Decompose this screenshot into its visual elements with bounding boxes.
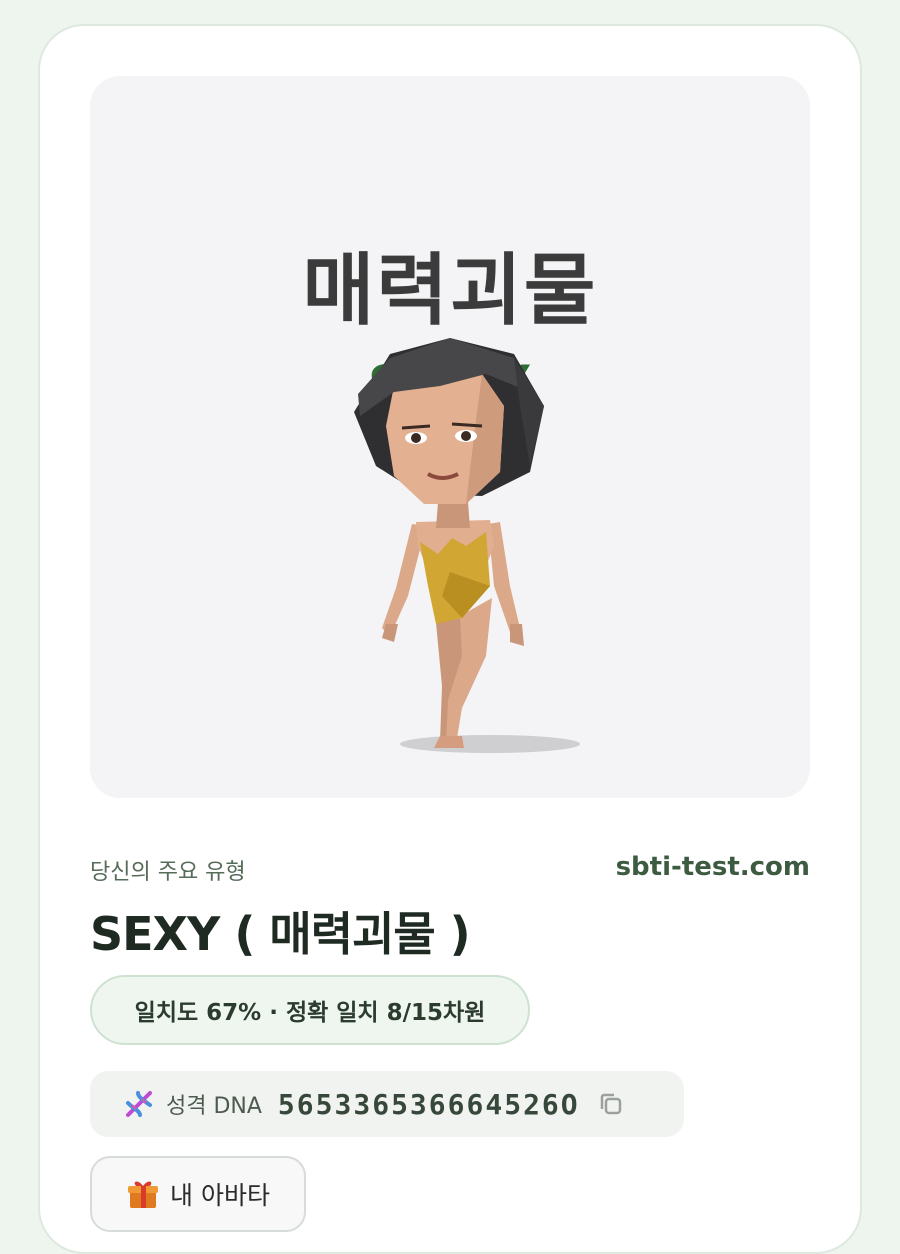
my-avatar-button[interactable]: 내 아바타 — [90, 1156, 306, 1232]
personality-dna-box: 성격 DNA 565336536664526O — [90, 1071, 684, 1137]
match-text: 일치도 67% · 정확 일치 8/15차원 — [134, 1000, 486, 1026]
character-illustration — [354, 338, 580, 753]
primary-type-label: 당신의 주요 유형 — [90, 860, 246, 885]
type-title: SEXY ( 매력괴물 ) — [90, 907, 471, 961]
match-badge: 일치도 67% · 정확 일치 8/15차원 — [90, 975, 530, 1045]
dna-label: 성격 DNA — [166, 1094, 262, 1119]
result-image: 매력괴물 SEXY — [90, 76, 810, 798]
result-label-row: 당신의 주요 유형 sbti-test.com — [90, 852, 810, 888]
site-url: sbti-test.com — [615, 852, 810, 882]
gift-icon — [128, 1181, 158, 1208]
my-avatar-label: 내 아바타 — [170, 1181, 270, 1210]
dna-code: 565336536664526O — [277, 1087, 580, 1121]
copy-icon[interactable] — [596, 1089, 626, 1119]
dna-icon — [126, 1091, 152, 1117]
